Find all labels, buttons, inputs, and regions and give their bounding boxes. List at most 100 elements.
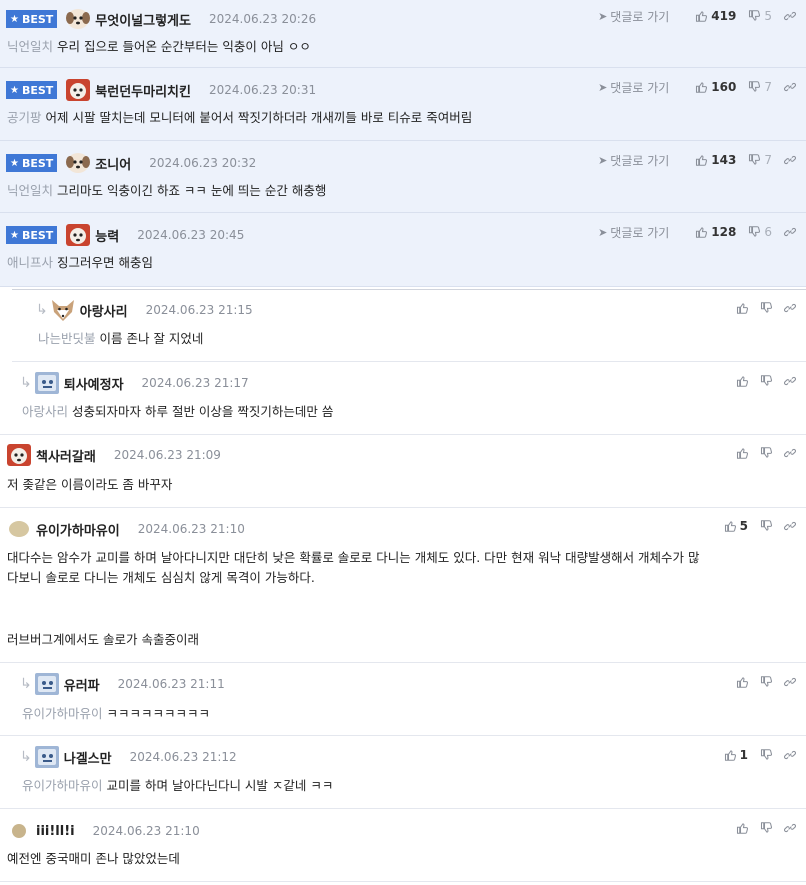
avatar[interactable] [65,78,91,102]
goto-comment-button[interactable]: ➤ 댓글로 가기 [598,79,669,96]
nickname[interactable]: 북런던두마리치킨 [95,81,191,100]
thumbs-up-icon [736,302,748,314]
goto-comment-button[interactable]: ➤ 댓글로 가기 [598,224,669,241]
upvote-button[interactable]: 128 [695,225,736,239]
share-link-button[interactable] [784,302,796,314]
avatar[interactable] [50,298,76,322]
upvote-button[interactable]: 143 [695,153,736,167]
reply-arrow-icon: ↳ [20,676,32,692]
share-link-button[interactable] [784,447,796,459]
share-link-button[interactable] [784,676,796,688]
downvote-button[interactable]: 7 [748,80,772,94]
share-link-button[interactable] [784,375,796,387]
reply-target[interactable]: 아랑사리 [22,404,68,419]
avatar[interactable] [34,672,60,696]
goto-comment-button[interactable]: ➤ 댓글로 가기 [598,8,669,25]
reply-comment: ↳ 아랑사리 2024.06.23 21:15 나는반딧불 이름 존나 잘 지었네 [12,290,806,362]
star-icon: ★ [10,84,19,96]
share-link-button[interactable] [784,10,796,22]
comment-actions [724,672,796,692]
avatar[interactable] [6,443,32,467]
nickname[interactable]: 유이가하마유이 [36,520,120,539]
comment-text: 성충되자마자 하루 절반 이상을 짝짓기하는데만 씀 [72,404,334,419]
upvote-button[interactable]: 160 [695,80,736,94]
thumbs-up-icon [695,81,707,93]
upvote-button[interactable] [736,676,748,688]
share-link-button[interactable] [784,226,796,238]
comment-date: 2024.06.23 20:32 [149,156,257,170]
comment-body: 나는반딧불 이름 존나 잘 지었네 [38,329,203,349]
avatar[interactable] [34,371,60,395]
thumbs-up-icon [724,520,736,532]
link-icon [784,749,796,761]
upvote-button[interactable]: 5 [724,519,748,533]
goto-comment-button[interactable]: ➤ 댓글로 가기 [598,152,669,169]
avatar[interactable] [65,223,91,247]
thumbs-up-icon [736,676,748,688]
downvote-button[interactable] [760,749,772,761]
avatar[interactable] [65,151,91,175]
downvote-button[interactable] [760,676,772,688]
downvote-button[interactable]: 6 [748,225,772,239]
upvote-button[interactable] [736,375,748,387]
nickname[interactable]: 능력 [95,226,119,245]
nickname[interactable]: 책사러갈래 [36,446,96,465]
downvote-button[interactable] [760,520,772,532]
upvote-button[interactable] [736,447,748,459]
downvote-button[interactable]: 7 [748,153,772,167]
nickname[interactable]: iii!ll!i [36,824,75,839]
comment-actions [724,818,796,838]
reply-target[interactable]: 나는반딧불 [38,331,96,346]
upvote-button[interactable] [736,822,748,834]
reply-target[interactable]: 닉언일치 [7,39,53,54]
upvote-button[interactable] [736,302,748,314]
downvote-count: 7 [764,153,772,167]
reply-target[interactable]: 공기팡 [7,110,42,125]
comment-text: ㅋㅋㅋㅋㅋㅋㅋㅋㅋ [106,706,211,721]
reply-comment: ↳ 퇴사예정자 2024.06.23 21:17 아랑사리 성충되자마자 하루 절… [0,362,806,435]
share-link-button[interactable] [784,749,796,761]
comment: iii!ll!i 2024.06.23 21:10 예전엔 중국매미 존나 많았… [0,809,806,882]
reply-target[interactable]: 유이가하마유이 [22,778,103,793]
thumbs-down-icon [748,10,760,22]
thumbs-up-icon [736,822,748,834]
share-link-button[interactable] [784,822,796,834]
upvote-button[interactable]: 1 [724,748,748,762]
avatar[interactable] [65,7,91,31]
share-link-button[interactable] [784,520,796,532]
nickname[interactable]: 나겔스만 [64,748,112,767]
comment-text: 이름 존나 잘 지었네 [99,331,204,346]
nickname[interactable]: 유러파 [64,675,100,694]
downvote-button[interactable] [760,822,772,834]
thumbs-up-icon [695,154,707,166]
downvote-button[interactable] [760,447,772,459]
send-icon: ➤ [598,225,608,239]
avatar[interactable] [6,819,32,843]
comment: 유이가하마유이 2024.06.23 21:10 대다수는 암수가 교미를 하며… [0,508,806,663]
link-icon [784,226,796,238]
reply-target[interactable]: 닉언일치 [7,183,53,198]
comment-body: 닉언일치 우리 집으로 들어온 순간부터는 익충이 아님 ㅇㅇ [7,37,311,57]
nickname[interactable]: 무엇이널그렇게도 [95,10,191,29]
downvote-button[interactable] [760,375,772,387]
comment-header: 책사러갈래 2024.06.23 21:09 [6,445,221,465]
nickname[interactable]: 조니어 [95,154,131,173]
thumbs-down-icon [760,676,772,688]
share-link-button[interactable] [784,154,796,166]
reply-arrow-icon: ↳ [20,749,32,765]
thumbs-down-icon [748,81,760,93]
avatar[interactable] [34,745,60,769]
reply-target[interactable]: 유이가하마유이 [22,706,103,721]
nickname[interactable]: 아랑사리 [80,301,128,320]
upvote-button[interactable]: 419 [695,9,736,23]
downvote-button[interactable]: 5 [748,9,772,23]
star-icon: ★ [10,157,19,169]
downvote-button[interactable] [760,302,772,314]
comment-actions [724,298,796,318]
thumbs-up-icon [736,447,748,459]
comment-header: 유이가하마유이 2024.06.23 21:10 [6,519,245,539]
share-link-button[interactable] [784,81,796,93]
avatar[interactable] [6,517,32,541]
reply-target[interactable]: 애니프사 [7,255,53,270]
nickname[interactable]: 퇴사예정자 [64,374,124,393]
